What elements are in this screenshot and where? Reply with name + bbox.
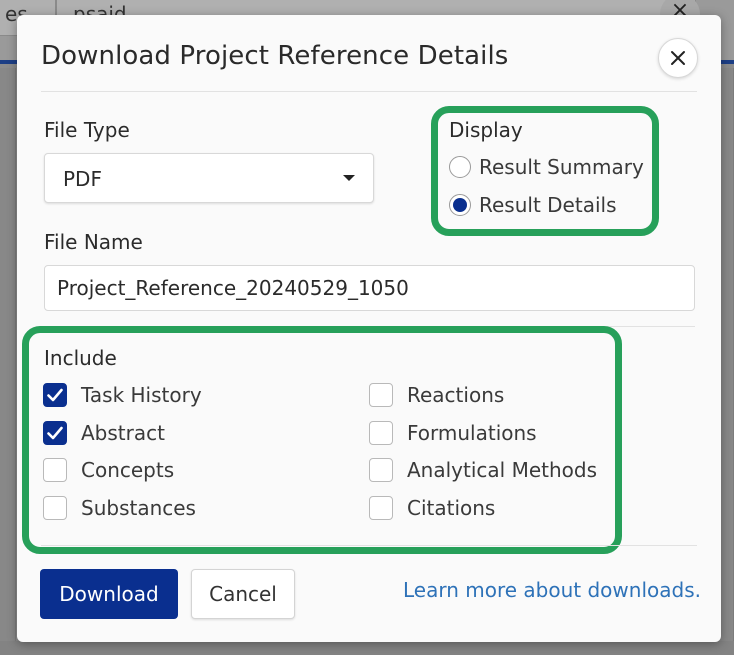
checkmark-icon: [47, 426, 63, 440]
file-type-label: File Type: [44, 118, 130, 142]
radio-label: Result Details: [479, 193, 617, 217]
checkbox-abstract[interactable]: Abstract: [43, 421, 165, 445]
checkbox-label: Reactions: [407, 383, 505, 407]
divider: [41, 545, 697, 546]
background-panel-left: [0, 68, 16, 655]
file-name-label: File Name: [44, 230, 143, 254]
checkbox-label: Substances: [81, 496, 196, 520]
radio-result-summary[interactable]: Result Summary: [449, 155, 644, 179]
dialog-title: Download Project Reference Details: [41, 41, 509, 71]
checkbox[interactable]: [369, 496, 393, 520]
radio-button[interactable]: [449, 194, 471, 216]
file-name-input[interactable]: Project_Reference_20240529_1050: [44, 265, 695, 311]
cancel-button[interactable]: Cancel: [191, 569, 295, 619]
checkbox-formulations[interactable]: Formulations: [369, 421, 537, 445]
close-icon: [671, 51, 685, 65]
checkbox[interactable]: [43, 496, 67, 520]
learn-more-link[interactable]: Learn more about downloads.: [403, 578, 701, 602]
checkbox-label: Formulations: [407, 421, 537, 445]
checkbox-citations[interactable]: Citations: [369, 496, 495, 520]
download-button[interactable]: Download: [40, 569, 178, 619]
file-type-select[interactable]: PDF: [44, 153, 374, 203]
checkbox[interactable]: [369, 458, 393, 482]
background-panel-right: [720, 68, 734, 655]
background-footer: [0, 641, 734, 655]
divider: [41, 91, 697, 92]
checkbox-label: Task History: [81, 383, 202, 407]
checkbox-label: Concepts: [81, 458, 175, 482]
checkbox[interactable]: [43, 458, 67, 482]
checkbox-task-history[interactable]: Task History: [43, 383, 202, 407]
checkbox[interactable]: [43, 421, 67, 445]
include-label: Include: [44, 346, 117, 370]
radio-label: Result Summary: [479, 155, 644, 179]
file-type-value: PDF: [63, 167, 102, 191]
checkbox-reactions[interactable]: Reactions: [369, 383, 504, 407]
checkbox[interactable]: [369, 421, 393, 445]
display-label: Display: [449, 118, 523, 142]
radio-button[interactable]: [449, 156, 471, 178]
download-dialog: Download Project Reference Details File …: [17, 15, 721, 642]
checkbox-substances[interactable]: Substances: [43, 496, 196, 520]
checkbox-concepts[interactable]: Concepts: [43, 458, 174, 482]
chevron-down-icon: [343, 175, 355, 181]
checkbox-label: Abstract: [81, 421, 165, 445]
close-button[interactable]: [658, 38, 698, 78]
checkbox-label: Analytical Methods: [407, 458, 597, 482]
divider: [41, 326, 695, 327]
radio-result-details[interactable]: Result Details: [449, 193, 617, 217]
checkbox-label: Citations: [407, 496, 496, 520]
checkmark-icon: [47, 388, 63, 402]
checkbox[interactable]: [369, 383, 393, 407]
checkbox-analytical-methods[interactable]: Analytical Methods: [369, 458, 597, 482]
checkbox[interactable]: [43, 383, 67, 407]
